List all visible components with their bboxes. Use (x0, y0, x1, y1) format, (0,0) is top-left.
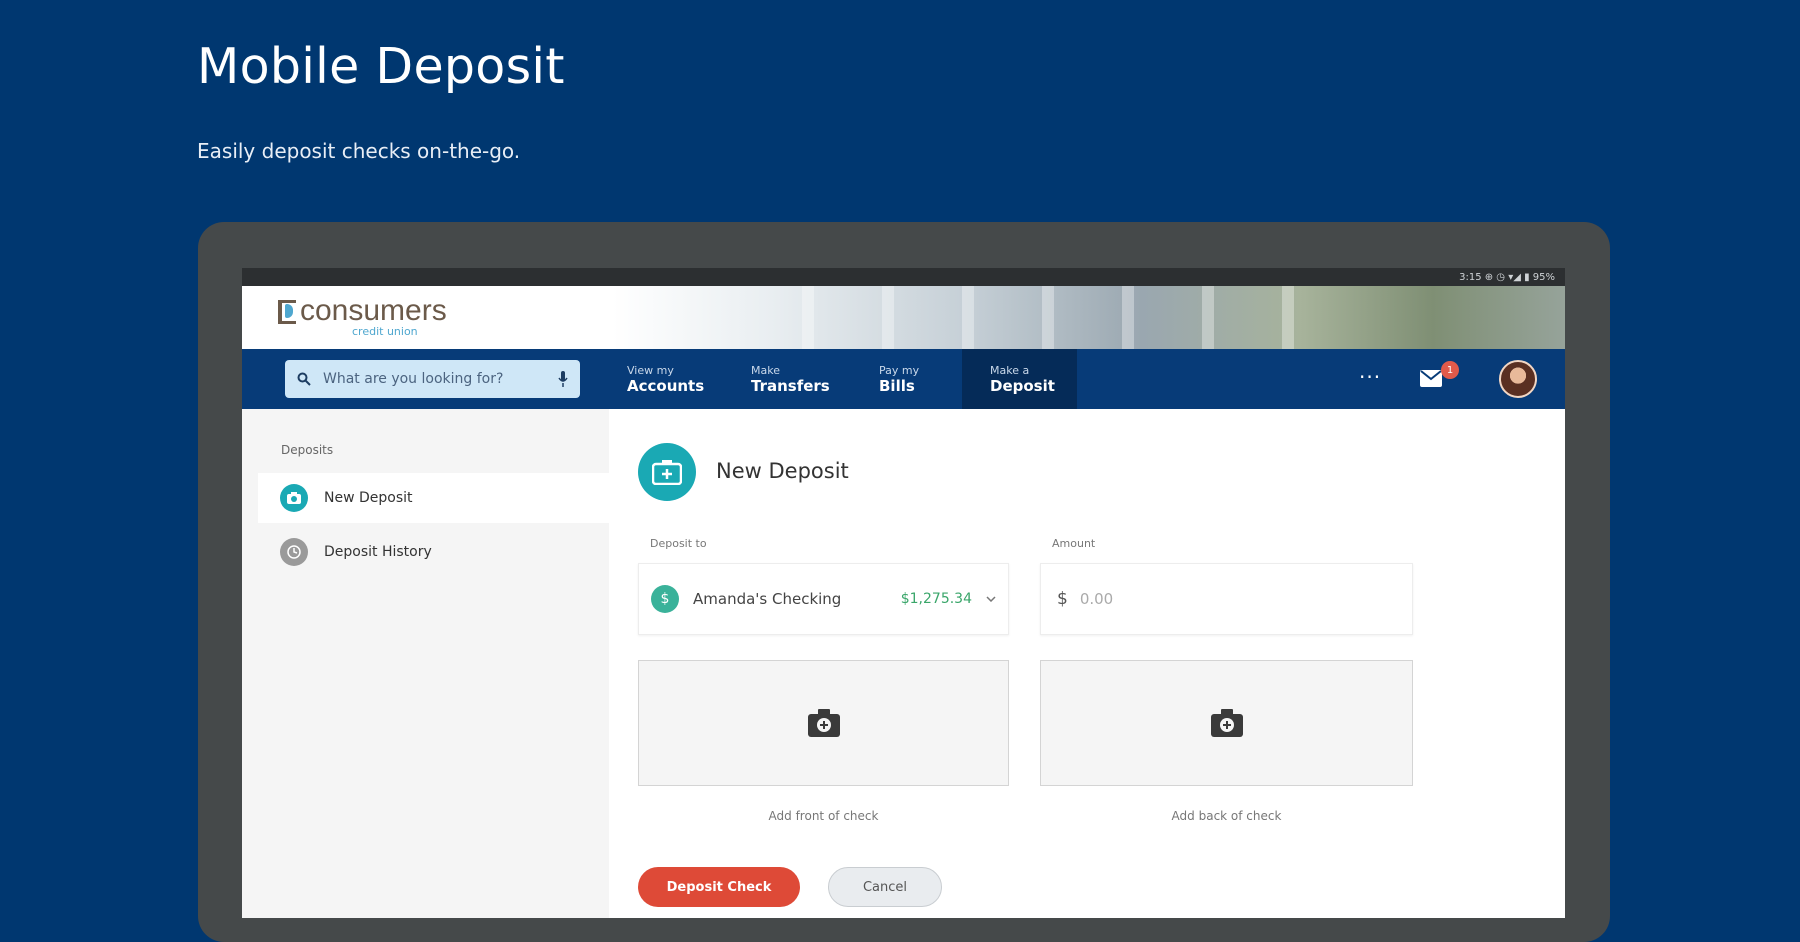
nav-deposit-label: Deposit (990, 376, 1055, 395)
banner-building-stripe (1122, 286, 1134, 349)
nav-accounts-small: View my (627, 363, 674, 377)
nav-transfers-small: Make (751, 363, 780, 377)
search-icon (297, 372, 311, 386)
logo-mark-icon (278, 300, 296, 324)
camera-icon (280, 484, 308, 512)
deposit-check-button[interactable]: Deposit Check (638, 867, 800, 907)
account-select[interactable]: $ Amanda's Checking $1,275.34 (638, 563, 1009, 635)
banner-building-stripe (882, 286, 894, 349)
brand-name: consumers (300, 294, 447, 327)
nav-accounts-label: Accounts (627, 376, 705, 395)
amount-field[interactable]: $ 0.00 (1040, 563, 1413, 635)
hero-title: Mobile Deposit (197, 38, 565, 95)
banner-building-stripe (802, 286, 814, 349)
banner-building-stripe (1282, 286, 1294, 349)
currency-symbol: $ (1057, 589, 1068, 609)
new-deposit-camera-icon (638, 443, 696, 501)
sidebar-item-label: New Deposit (324, 490, 413, 506)
cancel-button[interactable]: Cancel (828, 867, 942, 907)
dollar-icon: $ (651, 585, 679, 613)
banner-building-stripe (1202, 286, 1214, 349)
more-icon[interactable]: ··· (1359, 365, 1381, 389)
nav-deposit[interactable]: Make a Deposit (962, 349, 1077, 409)
nav-transfers-label: Transfers (751, 376, 830, 395)
nav-bills-small: Pay my (879, 363, 920, 377)
nav-deposit-small: Make a (990, 363, 1030, 377)
account-name: Amanda's Checking (693, 590, 842, 608)
status-bar: 3:15 ⊕ ◷ ▾◢ ▮ 95% (242, 268, 1565, 286)
amount-label: Amount (1052, 537, 1096, 550)
avatar[interactable] (1499, 360, 1537, 398)
brand-banner: consumers credit union (242, 286, 1565, 349)
back-check-caption: Add back of check (1171, 809, 1282, 823)
messages-badge: 1 (1441, 361, 1459, 379)
sidebar-item-label: Deposit History (324, 544, 432, 560)
deposit-to-label: Deposit to (650, 537, 707, 550)
banner-building-stripe (1042, 286, 1054, 349)
add-photo-icon (807, 709, 840, 737)
nav-transfers[interactable]: Make Transfers (741, 349, 840, 409)
banner-building-stripe (962, 286, 974, 349)
nav-bills[interactable]: Pay my Bills (869, 349, 929, 409)
status-bar-text: 3:15 ⊕ ◷ ▾◢ ▮ 95% (1459, 271, 1555, 283)
front-check-caption: Add front of check (768, 809, 879, 823)
main-nav: What are you looking for? View my Accoun… (242, 349, 1565, 409)
sidebar-item-deposit-history[interactable]: Deposit History (258, 527, 609, 577)
search-input[interactable]: What are you looking for? (285, 360, 580, 398)
amount-placeholder: 0.00 (1079, 590, 1114, 608)
account-balance: $1,275.34 (900, 591, 972, 607)
nav-accounts[interactable]: View my Accounts (617, 349, 714, 409)
deposit-form: New Deposit Deposit to $ Amanda's Checki… (609, 409, 1565, 918)
mail-icon[interactable] (1420, 370, 1442, 387)
brand-logo[interactable]: consumers credit union (278, 296, 447, 338)
add-photo-icon (1210, 709, 1243, 737)
hero-subtitle: Easily deposit checks on-the-go. (197, 139, 521, 163)
search-placeholder: What are you looking for? (323, 371, 504, 387)
sidebar-item-new-deposit[interactable]: New Deposit (258, 473, 609, 523)
sidebar: Deposits New Deposit Deposit History (242, 409, 609, 918)
brand-tagline: credit union (352, 325, 418, 338)
history-icon (280, 538, 308, 566)
back-check-upload[interactable] (1040, 660, 1413, 786)
sidebar-heading: Deposits (281, 443, 334, 457)
microphone-icon[interactable] (558, 371, 568, 387)
front-check-upload[interactable] (638, 660, 1009, 786)
chevron-down-icon (986, 596, 996, 602)
tablet-screen: 3:15 ⊕ ◷ ▾◢ ▮ 95% consumers credit union… (242, 268, 1565, 918)
nav-bills-label: Bills (879, 376, 915, 395)
page-title: New Deposit (716, 459, 849, 483)
